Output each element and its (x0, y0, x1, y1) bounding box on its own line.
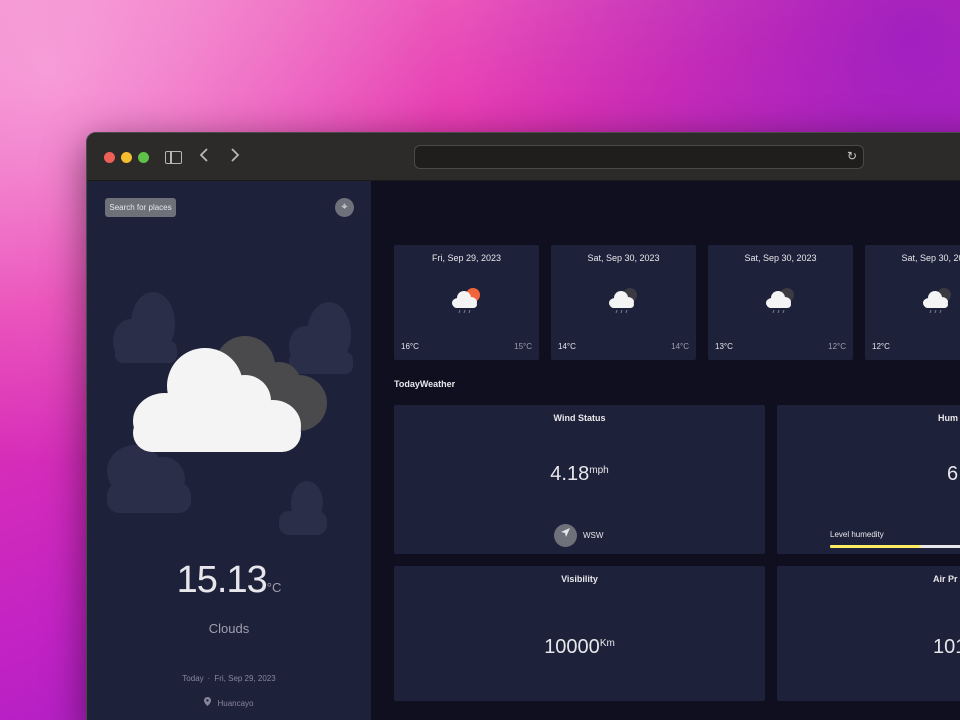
browser-window: ↻ Search for places ⌖ 15.13°C Clouds Tod… (86, 132, 960, 720)
forecast-date: Sat, Sep 30, 2023 (587, 253, 660, 263)
temperature-value: 15.13 (176, 559, 268, 601)
moon-cloud-rain-icon (766, 288, 794, 314)
location-pin-icon (204, 697, 212, 708)
forecast-max: 16°C (401, 342, 419, 351)
forecast-date: Sat, Sep 30, 2023 (744, 253, 817, 263)
background-cloud-icon (279, 481, 327, 535)
forecast-date: Fri, Sep 29, 2023 (431, 253, 502, 263)
today-date-line: Today · Fri, Sep 29, 2023 (87, 674, 371, 683)
humidity-bar (830, 545, 960, 548)
current-weather-panel: Search for places ⌖ 15.13°C Clouds Today… (87, 181, 371, 720)
forecast-min: 12°C (828, 342, 846, 351)
wind-speed-unit: mph (589, 465, 609, 476)
navigation-arrow-icon (554, 524, 577, 547)
wind-speed: 4.18mph (394, 463, 765, 486)
wind-status-card: Wind Status 4.18mph WSW (394, 405, 765, 554)
sun-cloud-rain-icon (452, 288, 480, 314)
current-temperature: 15.13°C (87, 559, 371, 602)
humidity-level-label: Level humedity (830, 530, 884, 539)
humidity-title: Hum (938, 413, 958, 423)
forecast-date: Sat, Sep 30, 2023 (901, 253, 960, 263)
forecast-card: Fri, Sep 29, 2023 16°C 15°C (394, 245, 539, 360)
wind-direction: WSW (583, 531, 604, 540)
sidebar-toggle-icon[interactable] (165, 151, 182, 164)
air-pressure-card: Air Pr 101 (777, 566, 960, 701)
visibility-title: Visibility (561, 574, 598, 584)
forecast-max: 12°C (872, 342, 890, 351)
humidity-bar-fill (830, 545, 921, 548)
forecast-card: Sat, Sep 30, 2023 12°C (865, 245, 960, 360)
maximize-window-button[interactable] (138, 152, 149, 163)
temperature-unit: °C (266, 580, 282, 595)
cloudy-weather-icon (133, 336, 327, 452)
forecast-min: 15°C (514, 342, 532, 351)
visibility: 10000Km (394, 636, 765, 659)
forecast-max: 14°C (558, 342, 576, 351)
reload-icon[interactable]: ↻ (847, 149, 857, 163)
location-crosshair-icon[interactable]: ⌖ (335, 198, 354, 217)
location-line: Huancayo (87, 697, 371, 708)
search-places-button[interactable]: Search for places (105, 198, 176, 217)
moon-cloud-rain-icon (923, 288, 951, 314)
humidity-value: 6 (947, 463, 959, 485)
close-window-button[interactable] (104, 152, 115, 163)
section-title: TodayWeather (394, 379, 456, 389)
weather-condition: Clouds (208, 621, 250, 636)
date-separator: · (207, 674, 211, 683)
forecast-card: Sat, Sep 30, 2023 14°C 14°C (551, 245, 696, 360)
title-bar: ↻ (87, 133, 960, 181)
moon-cloud-rain-icon (609, 288, 637, 314)
today-label: Today (182, 674, 204, 683)
visibility-value: 10000 (544, 636, 600, 658)
back-icon[interactable] (199, 147, 209, 169)
wind-speed-value: 4.18 (550, 463, 590, 485)
forecast-max: 13°C (715, 342, 733, 351)
address-bar[interactable]: ↻ (414, 145, 864, 169)
visibility-unit: Km (599, 638, 615, 649)
air-pressure-title: Air Pr (933, 574, 958, 584)
visibility-card: Visibility 10000Km (394, 566, 765, 701)
wind-status-title: Wind Status (553, 413, 606, 423)
humidity-card: Hum 6 Level humedity (777, 405, 960, 554)
forecast-min: 14°C (671, 342, 689, 351)
forecast-card: Sat, Sep 30, 2023 13°C 12°C (708, 245, 853, 360)
current-date: Fri, Sep 29, 2023 (214, 674, 276, 683)
location-name: Huancayo (217, 699, 254, 708)
air-pressure-value: 101 (933, 636, 960, 658)
minimize-window-button[interactable] (121, 152, 132, 163)
forward-icon[interactable] (230, 147, 240, 169)
